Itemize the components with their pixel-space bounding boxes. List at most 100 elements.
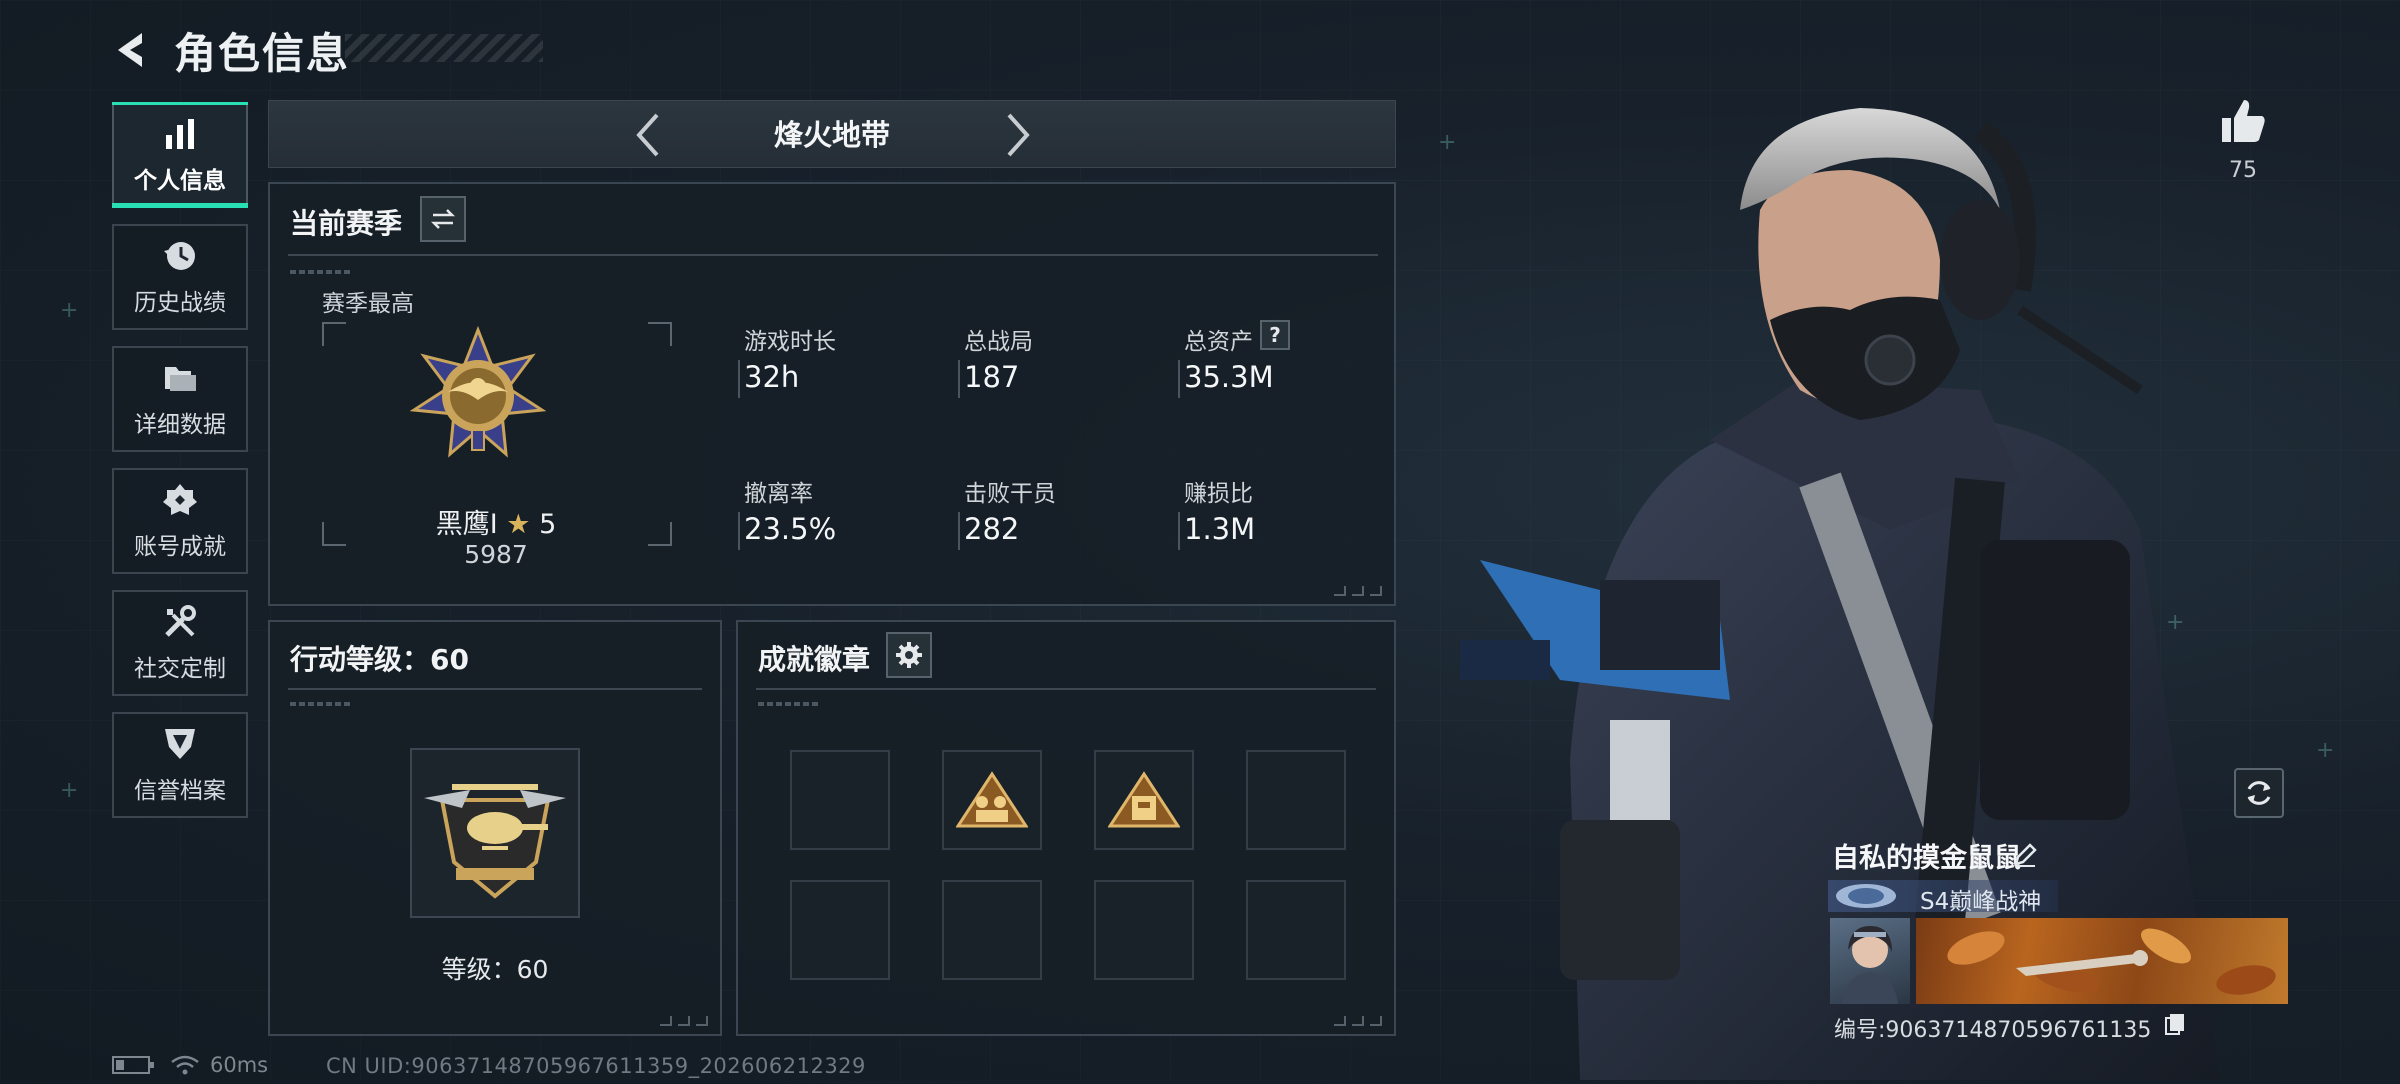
stat-value-matches: 187 (964, 360, 1020, 394)
player-banner-image[interactable] (1916, 918, 2288, 1004)
action-level-text: 等级：60 (441, 955, 549, 984)
wifi-icon (171, 1055, 199, 1075)
title-decoration (345, 34, 543, 62)
sidebar-item-history[interactable]: 历史战绩 (112, 224, 248, 330)
helicopter-emblem-icon (424, 784, 566, 899)
sidebar-item-label: 历史战绩 (134, 290, 226, 316)
season-best-label: 赛季最高 (322, 291, 414, 317)
badge-slot-empty[interactable] (1094, 880, 1194, 980)
sidebar-item-personal-info[interactable]: 个人信息 (112, 102, 248, 208)
star-icon: ★ (506, 509, 531, 540)
stat-divider (1178, 512, 1180, 550)
panel-corner-deco (1334, 1016, 1382, 1026)
panel-divider (288, 688, 702, 690)
badges-title: 成就徽章 (758, 643, 871, 676)
stat-divider (738, 512, 740, 550)
stat-label-kills: 击败干员 (964, 481, 1056, 507)
folder-icon (165, 367, 196, 391)
sidebar-item-label: 详细数据 (134, 412, 226, 438)
achievement-icon (163, 484, 197, 515)
action-level-title: 行动等级：60 (290, 643, 469, 676)
badge-settings-button[interactable] (886, 632, 932, 678)
rank-stars: 5 (539, 509, 557, 540)
stat-divider (958, 360, 960, 398)
page-header: 角色信息 (112, 22, 350, 78)
stat-label-extract-rate: 撤离率 (744, 481, 813, 507)
deco-plus: + (60, 778, 79, 803)
sidebar-item-label: 信誉档案 (134, 778, 226, 804)
game-mode-name: 烽火地带 (773, 118, 890, 152)
action-level-panel: 行动等级：60 等级：60 (268, 620, 722, 1036)
frame-corner (648, 322, 672, 346)
sidebar-item-reputation[interactable]: 信誉档案 (112, 712, 248, 818)
page-title: 角色信息 (174, 28, 351, 78)
sidebar-item-detailed-data[interactable]: 详细数据 (112, 346, 248, 452)
badge-slot-empty[interactable] (1246, 750, 1346, 850)
rank-emblem-icon (409, 326, 547, 458)
player-id: 编号:9063714870596761135 (1834, 1018, 2152, 1043)
refresh-icon (2247, 781, 2271, 805)
edit-pencil-icon[interactable] (2012, 842, 2038, 868)
player-name: 自私的摸金鼠鼠 (1832, 843, 2021, 874)
refresh-button[interactable] (2234, 768, 2284, 818)
status-bar: 60ms (112, 1052, 268, 1078)
squad-badge-icon (956, 771, 1028, 828)
shield-icon (165, 729, 195, 759)
stat-label-profit-ratio: 赚损比 (1184, 481, 1253, 507)
stat-value-profit-ratio: 1.3M (1184, 512, 1256, 546)
stat-divider (1178, 360, 1180, 398)
achievement-badges-panel: 成就徽章 (736, 620, 1396, 1036)
panel-divider (756, 688, 1376, 690)
game-mode-selector: 烽火地带 (268, 100, 1396, 168)
stat-divider (738, 360, 740, 398)
switch-season-button[interactable] (420, 196, 466, 242)
badge-slot-empty[interactable] (942, 880, 1042, 980)
battery-icon (112, 1056, 154, 1074)
autumn-leaves-banner (1947, 928, 2276, 995)
deco-rule (290, 702, 350, 706)
like-count: 75 (2229, 158, 2257, 183)
rank-points: 5987 (464, 540, 528, 569)
badge-slot[interactable] (1094, 750, 1194, 850)
sidebar-item-achievements[interactable]: 账号成就 (112, 468, 248, 574)
avatar[interactable] (1830, 918, 1910, 1004)
stat-value-extract-rate: 23.5% (744, 512, 837, 546)
badge-slot-empty[interactable] (790, 880, 890, 980)
season-panel: 当前赛季 赛季最高 黑鹰I ★ 5 5987 游戏时长 32h 总战局 187 … (268, 182, 1396, 606)
stat-label-playtime: 游戏时长 (744, 329, 836, 355)
bar-chart-icon (166, 119, 194, 149)
panel-corner-deco (660, 1016, 708, 1026)
assets-help-button[interactable]: ? (1260, 320, 1290, 350)
badge-slot-empty[interactable] (1246, 880, 1346, 980)
crate-badge-icon (1108, 771, 1180, 828)
back-arrow-icon[interactable] (112, 29, 154, 71)
action-level-emblem-frame (410, 748, 580, 918)
gear-icon (896, 642, 922, 668)
sidebar-item-social[interactable]: 社交定制 (112, 590, 248, 696)
stat-value-assets: 35.3M (1184, 360, 1274, 394)
ping-value: 60ms (210, 1053, 269, 1077)
player-title-text: S4巅峰战神 (1920, 889, 2042, 915)
account-uid: CN UID:90637148705967611359_202606212329 (326, 1054, 866, 1078)
sidebar-item-label: 账号成就 (134, 534, 226, 560)
thumbs-up-icon[interactable] (2218, 96, 2268, 146)
copy-icon[interactable] (2164, 1012, 2186, 1036)
history-icon (164, 242, 195, 270)
sidebar-item-label: 社交定制 (134, 656, 226, 682)
deco-plus: + (2316, 738, 2335, 763)
peak-title-icon (1836, 884, 1896, 908)
deco-rule (758, 702, 818, 706)
badge-slot-empty[interactable] (790, 750, 890, 850)
panel-corner-deco (1334, 586, 1382, 596)
chevron-right-icon[interactable] (991, 109, 1043, 161)
deco-rule (290, 270, 350, 274)
sidebar-item-label: 个人信息 (134, 168, 226, 194)
rank-label: 黑鹰I ★ 5 (322, 502, 670, 541)
stat-value-playtime: 32h (744, 360, 800, 394)
swap-icon (430, 209, 456, 229)
frame-corner (322, 322, 346, 346)
panel-divider (288, 254, 1378, 256)
badge-slot[interactable] (942, 750, 1042, 850)
avatar-portrait-image (1842, 926, 1898, 1004)
stat-divider (958, 512, 960, 550)
